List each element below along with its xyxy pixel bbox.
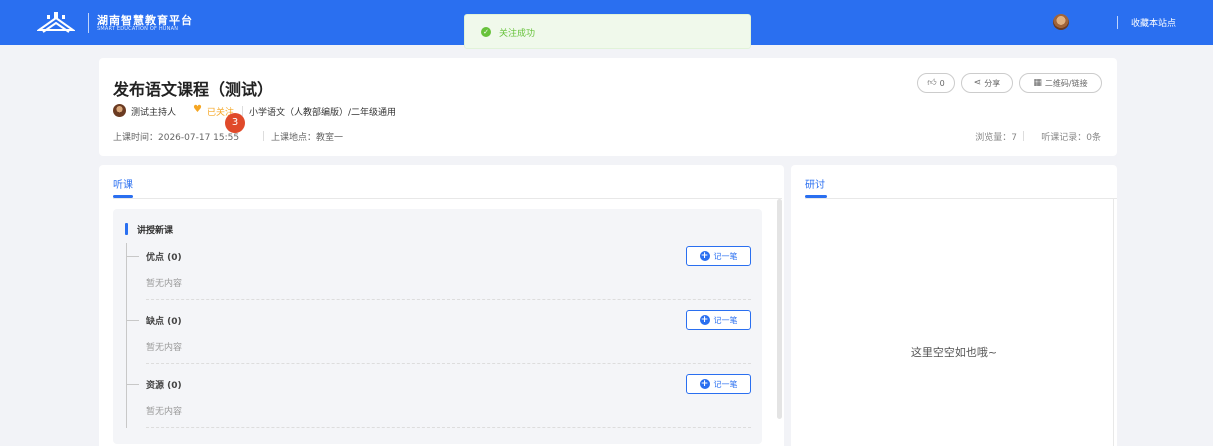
list-item-advantages: 优点 (0) 暂无内容 + 记一笔 xyxy=(126,245,751,309)
add-note-label: 记一笔 xyxy=(713,251,738,261)
tab-divider xyxy=(113,198,782,199)
record-count: 听课记录：0条 xyxy=(1041,133,1101,143)
item-divider xyxy=(146,363,751,364)
plus-circle-icon: + xyxy=(699,251,710,261)
discussion-panel: 研讨 这里空空如也哦~ xyxy=(791,165,1117,446)
user-avatar[interactable] xyxy=(1053,14,1069,30)
host-avatar[interactable] xyxy=(113,104,126,117)
tree-branch xyxy=(126,320,139,321)
course-info-card: 发布语文课程（测试） 测试主持人 ♥ 已关注 小学语文（人教部编版）/二年级通用… xyxy=(99,58,1117,156)
add-note-button[interactable]: + 记一笔 xyxy=(686,374,751,394)
tree-branch xyxy=(126,256,139,257)
qr-code-icon: ▦ xyxy=(1033,78,1042,88)
section-marker xyxy=(125,223,128,235)
item-label: 优点 (0) xyxy=(146,253,182,263)
tab-listen[interactable]: 听课 xyxy=(113,176,133,191)
thumbs-up-icon: 👍︎ xyxy=(927,78,937,88)
course-title: 发布语文课程（测试） xyxy=(113,80,274,99)
empty-text: 暂无内容 xyxy=(146,343,183,353)
item-label: 资源 (0) xyxy=(146,381,182,391)
view-count: 浏览量：7 xyxy=(975,133,1017,143)
qr-label: 二维码/链接 xyxy=(1044,78,1088,88)
add-note-button[interactable]: + 记一笔 xyxy=(686,246,751,266)
header-divider xyxy=(1117,16,1118,29)
listen-panel: 听课 讲授新课 优点 (0) 暂无内容 + 记一笔 缺点 (0) 暂无内容 + … xyxy=(99,165,784,446)
meta-divider xyxy=(263,131,264,141)
host-name[interactable]: 测试主持人 xyxy=(131,105,176,118)
tab-divider xyxy=(805,198,1117,199)
tab-discussion[interactable]: 研讨 xyxy=(805,176,825,191)
favorite-site-link[interactable]: 收藏本站点 xyxy=(1131,16,1176,29)
empty-state-message: 这里空空如也哦~ xyxy=(910,346,998,359)
section-title: 讲授新课 xyxy=(137,226,174,236)
meta-divider xyxy=(242,106,243,116)
list-item-disadvantages: 缺点 (0) 暂无内容 + 记一笔 xyxy=(126,309,751,373)
logo-divider xyxy=(88,13,89,33)
toast-message: 关注成功 xyxy=(499,29,536,39)
item-label: 缺点 (0) xyxy=(146,317,182,327)
share-icon: ⋖ xyxy=(973,78,982,88)
add-note-label: 记一笔 xyxy=(713,379,738,389)
like-button[interactable]: 👍︎ 0 xyxy=(917,73,955,93)
section-teaching: 讲授新课 优点 (0) 暂无内容 + 记一笔 缺点 (0) 暂无内容 + 记一笔… xyxy=(113,209,762,444)
heart-icon[interactable]: ♥ xyxy=(193,104,202,115)
scrollbar[interactable] xyxy=(777,199,782,419)
success-toast: ✓ 关注成功 xyxy=(464,14,751,49)
item-divider xyxy=(146,427,751,428)
qr-link-button[interactable]: ▦ 二维码/链接 xyxy=(1019,73,1102,93)
plus-circle-icon: + xyxy=(699,379,710,389)
site-subtitle: SMART EDUCATION OF HUNAN xyxy=(97,26,179,32)
add-note-label: 记一笔 xyxy=(713,315,738,325)
class-location: 上课地点：教室一 xyxy=(271,133,344,143)
empty-text: 暂无内容 xyxy=(146,407,183,417)
meta-divider xyxy=(1023,131,1024,141)
check-circle-icon: ✓ xyxy=(481,27,491,37)
empty-text: 暂无内容 xyxy=(146,279,183,289)
tree-branch xyxy=(126,384,139,385)
list-item-resources: 资源 (0) 暂无内容 + 记一笔 xyxy=(126,373,751,437)
add-note-button[interactable]: + 记一笔 xyxy=(686,310,751,330)
item-divider xyxy=(146,299,751,300)
course-subject: 小学语文（人教部编版）/二年级通用 xyxy=(249,108,397,118)
notification-badge: 3 xyxy=(225,113,245,133)
share-label: 分享 xyxy=(984,78,1001,88)
platform-logo-icon[interactable] xyxy=(37,10,75,34)
share-button[interactable]: ⋖ 分享 xyxy=(961,73,1013,93)
like-count: 0 xyxy=(939,78,945,88)
plus-circle-icon: + xyxy=(699,315,710,325)
panel-border xyxy=(1113,199,1114,446)
class-time: 上课时间：2026-07-17 15:55 xyxy=(113,133,240,143)
